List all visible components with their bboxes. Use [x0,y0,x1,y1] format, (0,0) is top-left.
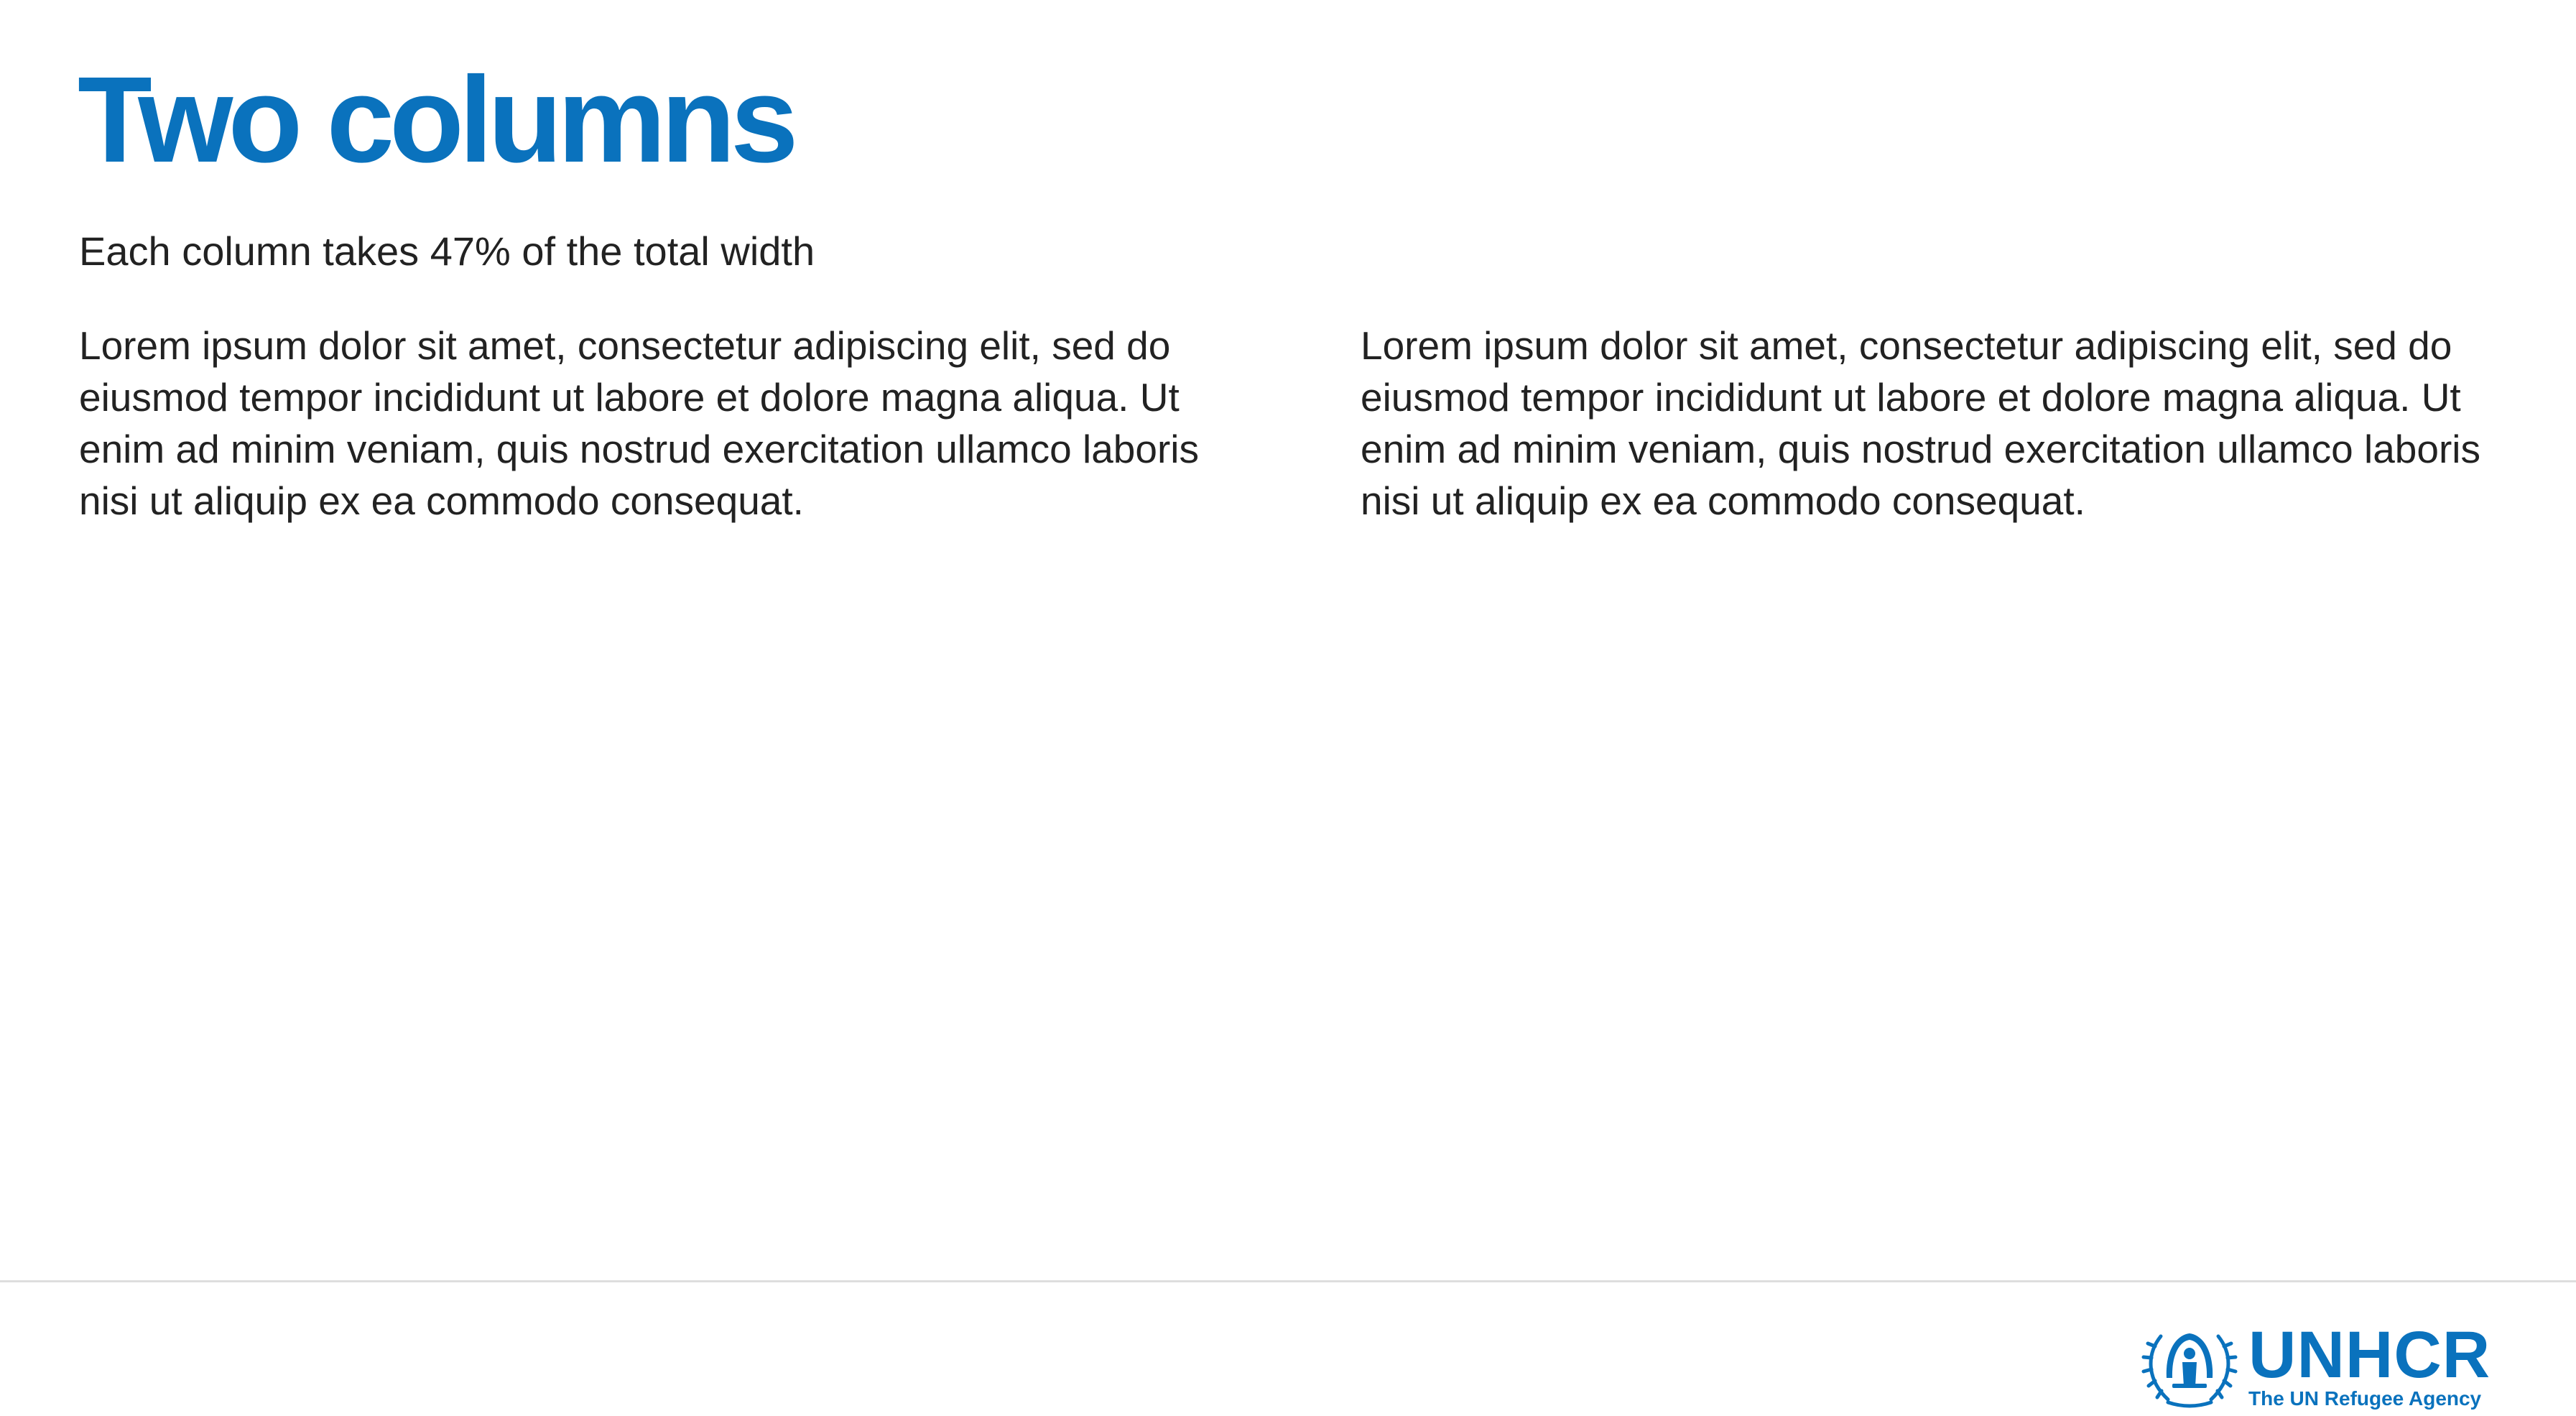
footer-divider [0,1280,2576,1282]
logo-tagline: The UN Refugee Agency [2248,1387,2482,1410]
two-column-layout: Lorem ipsum dolor sit amet, consectetur … [79,320,2497,527]
slide-subtitle: Each column takes 47% of the total width [79,228,815,274]
slide: Two columns Each column takes 47% of the… [0,0,2576,1416]
unhcr-emblem-icon [2141,1333,2238,1408]
left-column-text: Lorem ipsum dolor sit amet, consectetur … [79,323,1200,523]
logo-name: UNHCR [2248,1318,2491,1392]
slide-title: Two columns [78,52,799,188]
right-column-text: Lorem ipsum dolor sit amet, consectetur … [1360,323,2480,523]
unhcr-logo: UNHCR The UN Refugee Agency [2139,1322,2513,1412]
unhcr-wordmark: UNHCR The UN Refugee Agency [2248,1318,2491,1410]
